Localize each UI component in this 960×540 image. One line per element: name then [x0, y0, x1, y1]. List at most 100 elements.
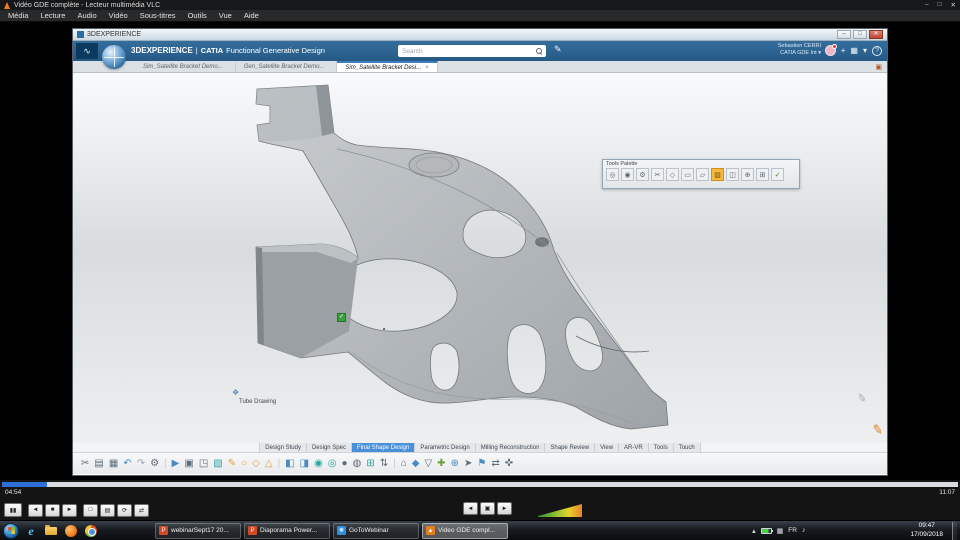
- view-control-button[interactable]: ⇄: [134, 503, 149, 517]
- workbench-tab[interactable]: Shape Review: [545, 443, 596, 452]
- palette-tool-icon[interactable]: ⊞: [756, 168, 769, 181]
- ab-loop-button[interactable]: ◄: [463, 502, 478, 515]
- user-avatar[interactable]: [824, 44, 837, 56]
- transport-button[interactable]: ►: [62, 503, 77, 517]
- transport-button[interactable]: ■: [45, 503, 60, 517]
- apps-grid-icon[interactable]: ▦: [850, 46, 858, 55]
- expand-icon[interactable]: ▣: [875, 63, 882, 71]
- search-input[interactable]: [402, 47, 533, 55]
- toolbar-icon[interactable]: ↷: [137, 458, 145, 469]
- help-icon[interactable]: ?: [872, 45, 882, 56]
- view-control-button[interactable]: □: [83, 503, 98, 517]
- language-indicator[interactable]: FR: [788, 527, 797, 534]
- vlc-minimize-button[interactable]: –: [925, 1, 929, 9]
- toolbar-icon[interactable]: |: [164, 458, 167, 469]
- toolbar-icon[interactable]: ⊕: [451, 458, 459, 469]
- 3d-compass-icon[interactable]: [102, 45, 126, 69]
- toolbar-icon[interactable]: ⇄: [491, 458, 499, 469]
- vlc-menu-item[interactable]: Lecture: [34, 11, 71, 20]
- toolbar-icon[interactable]: ⌂: [401, 458, 407, 469]
- view-control-button[interactable]: ▤: [100, 503, 115, 517]
- vlc-menu-item[interactable]: Sous-titres: [134, 11, 182, 20]
- transport-button[interactable]: ◄: [28, 503, 43, 517]
- quicklaunch-browser[interactable]: [63, 523, 79, 539]
- toolbar-icon[interactable]: △: [265, 458, 273, 469]
- toolbar-icon[interactable]: ⇅: [380, 458, 388, 469]
- vlc-menu-item[interactable]: Audio: [71, 11, 102, 20]
- start-button[interactable]: [3, 522, 19, 539]
- share-icon[interactable]: ✎: [554, 44, 562, 55]
- toolbar-icon[interactable]: ▣: [184, 458, 193, 469]
- add-button[interactable]: +: [841, 46, 846, 55]
- workbench-tab[interactable]: Design Study: [259, 443, 307, 452]
- workbench-tab[interactable]: Design Spec: [306, 443, 352, 452]
- tab-close-icon[interactable]: ×: [425, 65, 429, 71]
- vlc-menu-item[interactable]: Aide: [238, 11, 265, 20]
- taskbar-item[interactable]: P webinarSept17 20...: [155, 522, 241, 539]
- toolbar-icon[interactable]: ✜: [505, 458, 513, 469]
- toolbar-icon[interactable]: ➤: [464, 458, 472, 469]
- document-tab[interactable]: Gen_Satellite Bracket Demo...: [236, 61, 338, 72]
- toolbar-icon[interactable]: ▤: [94, 458, 103, 469]
- chevron-down-icon[interactable]: ▾: [863, 46, 867, 55]
- palette-tool-icon[interactable]: ◫: [726, 168, 739, 181]
- play-pause-button[interactable]: ▮▮: [4, 503, 22, 517]
- annotation-icon[interactable]: ❖: [232, 388, 239, 397]
- palette-tool-icon[interactable]: ▱: [696, 168, 709, 181]
- workbench-tab[interactable]: Final Shape Design: [351, 443, 416, 452]
- document-tab[interactable]: Sim_Satellite Bracket Demo...: [135, 61, 236, 72]
- workbench-tab[interactable]: Milling Reconstruction: [475, 443, 546, 452]
- workbench-tab[interactable]: Parametric Design: [415, 443, 476, 452]
- toolbar-icon[interactable]: ▦: [109, 458, 118, 469]
- taskbar-item[interactable]: ▲ Video GDE compl...: [422, 522, 508, 539]
- search-box[interactable]: [398, 45, 546, 57]
- ab-loop-button[interactable]: ►: [497, 502, 512, 515]
- toolbar-icon[interactable]: ⊞: [366, 458, 374, 469]
- workbench-tab[interactable]: Touch: [673, 443, 701, 452]
- vlc-menu-item[interactable]: Vue: [213, 11, 238, 20]
- toolbar-icon[interactable]: ↶: [123, 458, 131, 469]
- toolbar-icon[interactable]: |: [278, 458, 281, 469]
- volume-slider[interactable]: [538, 504, 582, 517]
- toolbar-icon[interactable]: ○: [241, 458, 247, 469]
- toolbar-icon[interactable]: ◇: [252, 458, 260, 469]
- workbench-tab[interactable]: View: [595, 443, 620, 452]
- quicklaunch-chrome[interactable]: [83, 523, 99, 539]
- app-maximize-button[interactable]: □: [853, 30, 867, 39]
- seek-bar[interactable]: [2, 482, 958, 487]
- battery-icon[interactable]: [760, 527, 773, 534]
- toolbar-icon[interactable]: ◎: [328, 458, 337, 469]
- quicklaunch-ie[interactable]: e: [23, 523, 39, 539]
- quicklaunch-folder[interactable]: [43, 523, 59, 539]
- viewport-3d[interactable]: Tools Palette ◎ ◉ ⚙ ✂ ◇ ▭ ▱ ▨ ◫ ⊕ ⊞ ✓ ❖ Tube Drawin…: [73, 73, 887, 443]
- toolbar-icon[interactable]: ▧: [213, 458, 222, 469]
- app-minimize-button[interactable]: –: [837, 30, 851, 39]
- user-info[interactable]: Sebastien CERRI CATIA GDE Int ▾: [778, 43, 821, 58]
- palette-tool-icon[interactable]: ▨: [711, 168, 724, 181]
- toolbar-icon[interactable]: ●: [342, 458, 348, 469]
- palette-tool-icon[interactable]: ◇: [666, 168, 679, 181]
- toolbar-icon[interactable]: ◆: [412, 458, 420, 469]
- palette-tool-icon[interactable]: ▭: [681, 168, 694, 181]
- toolbar-icon[interactable]: ◉: [314, 458, 323, 469]
- toolbar-icon[interactable]: ◧: [285, 458, 294, 469]
- checkpoint-marker[interactable]: ✓: [337, 313, 346, 322]
- bracket-model[interactable]: [223, 79, 683, 435]
- taskbar-item[interactable]: ❋ GoToWebinar: [333, 522, 419, 539]
- ab-loop-button[interactable]: ▣: [480, 502, 495, 515]
- toolbar-icon[interactable]: ⚙: [150, 458, 159, 469]
- volume-icon[interactable]: ♪: [802, 527, 806, 534]
- palette-tool-icon[interactable]: ◎: [606, 168, 619, 181]
- toolbar-icon[interactable]: ▽: [424, 458, 432, 469]
- palette-tool-icon[interactable]: ⊕: [741, 168, 754, 181]
- show-desktop-button[interactable]: [952, 521, 957, 540]
- palette-tool-icon[interactable]: ⚙: [636, 168, 649, 181]
- toolbar-icon[interactable]: ◨: [300, 458, 309, 469]
- vlc-menu-item[interactable]: Outils: [182, 11, 213, 20]
- toolbar-icon[interactable]: |: [393, 458, 396, 469]
- clock[interactable]: 09:47 17/09/2018: [910, 522, 943, 538]
- workbench-tab[interactable]: AR-VR: [619, 443, 649, 452]
- toolbar-icon[interactable]: ✂: [81, 458, 89, 469]
- palette-tool-icon[interactable]: ◉: [621, 168, 634, 181]
- vlc-close-button[interactable]: ✕: [951, 1, 956, 9]
